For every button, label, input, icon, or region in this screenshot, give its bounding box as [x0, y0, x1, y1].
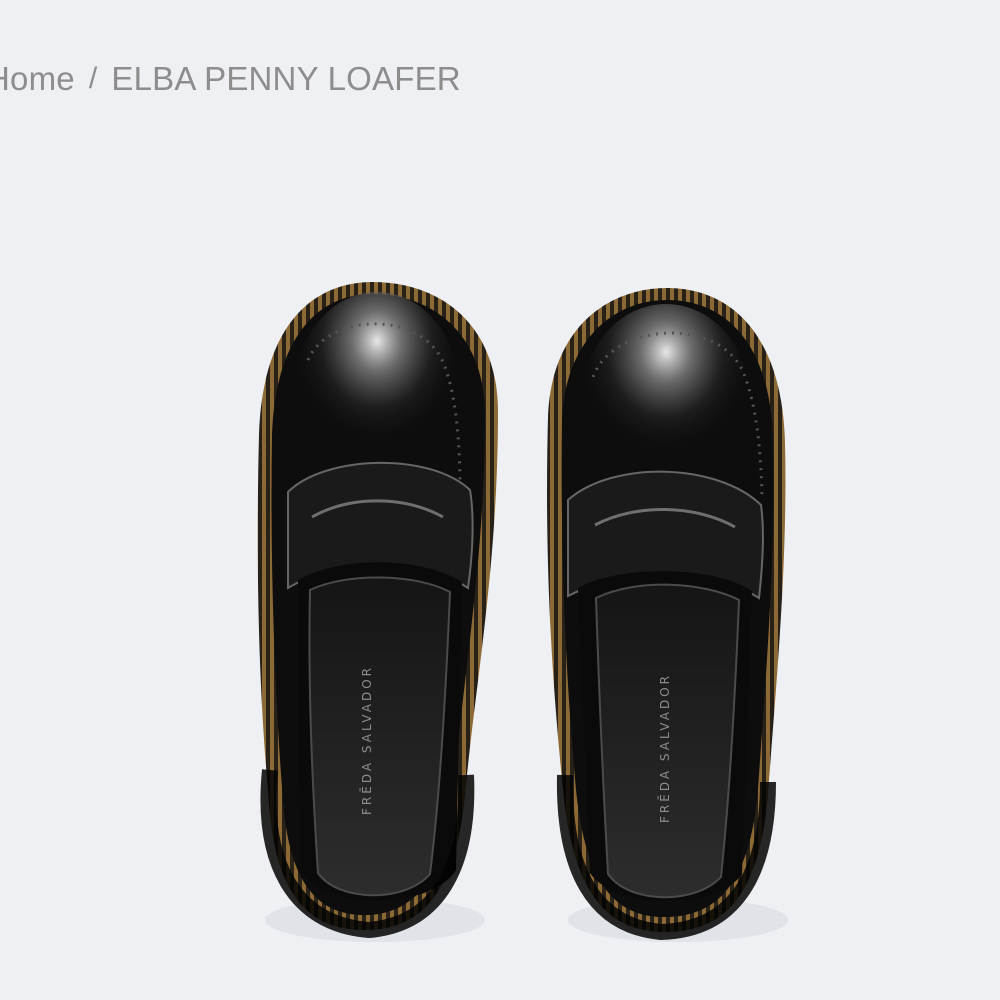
left-insole-brand: FRĒDA SALVADOR [360, 665, 374, 815]
right-loafer: FRĒDA SALVADOR [547, 288, 788, 942]
loafer-pair-image: FRĒDA SALVADOR FRĒDA SALVADOR [257, 282, 788, 942]
breadcrumb-home-link[interactable]: Home [0, 60, 75, 98]
product-image[interactable]: FRĒDA SALVADOR FRĒDA SALVADOR [230, 270, 810, 960]
breadcrumb-separator: / [88, 62, 98, 95]
breadcrumb: Home / ELBA PENNY LOAFER [0, 60, 461, 98]
product-page: Home / ELBA PENNY LOAFER [0, 0, 1000, 1000]
left-loafer: FRĒDA SALVADOR [257, 282, 498, 942]
breadcrumb-current-page: ELBA PENNY LOAFER [111, 60, 461, 97]
right-insole-brand: FRĒDA SALVADOR [658, 673, 672, 823]
